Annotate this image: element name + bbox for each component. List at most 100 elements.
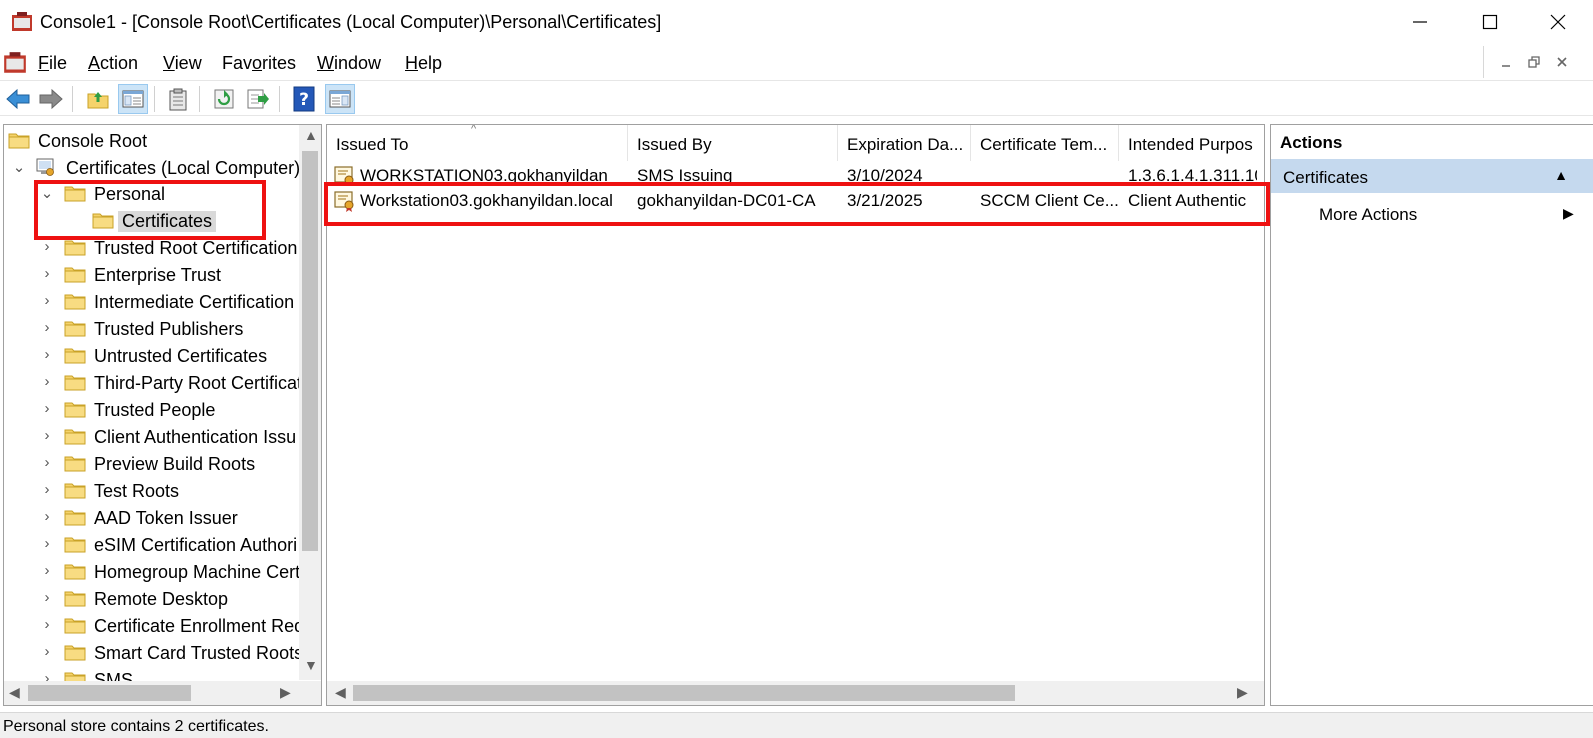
chevron-right-icon[interactable]: › bbox=[40, 508, 54, 526]
column-header-issued-by[interactable]: Issued By bbox=[628, 125, 838, 161]
svg-text:?: ? bbox=[299, 90, 309, 110]
maximize-button[interactable] bbox=[1455, 0, 1525, 44]
column-header-expiration-date[interactable]: Expiration Da... bbox=[838, 125, 971, 161]
scroll-right-icon[interactable]: ▶ bbox=[280, 684, 291, 701]
tree-horizontal-scrollbar[interactable]: ◀ ▶ bbox=[4, 681, 321, 705]
mmc-app-icon bbox=[12, 12, 32, 31]
more-actions-item[interactable]: More Actions bbox=[1319, 205, 1417, 225]
window-title: Console1 - [Console Root\Certificates (L… bbox=[40, 12, 662, 32]
tree-item-console-root[interactable]: Console Root bbox=[4, 127, 304, 154]
tree-item-store[interactable]: › Third-Party Root Certificat bbox=[4, 369, 304, 396]
folder-icon bbox=[64, 507, 86, 527]
folder-icon bbox=[64, 426, 86, 446]
tree-item-store[interactable]: › Enterprise Trust bbox=[4, 261, 304, 288]
actions-section-certificates[interactable]: Certificates ▲ bbox=[1271, 159, 1593, 193]
export-list-button[interactable] bbox=[243, 84, 273, 114]
tree-item-personal[interactable]: ⌄ Personal bbox=[4, 180, 304, 207]
tree-item-store[interactable]: › Test Roots bbox=[4, 477, 304, 504]
chevron-right-icon[interactable]: › bbox=[40, 265, 54, 283]
scroll-up-icon[interactable]: ▲ bbox=[304, 127, 318, 143]
menu-window[interactable]: Window bbox=[317, 53, 381, 74]
show-hide-action-pane-button[interactable] bbox=[325, 84, 355, 114]
actions-header: Actions bbox=[1271, 125, 1593, 159]
menu-favorites[interactable]: Favorites bbox=[222, 53, 296, 74]
column-header-certificate-template[interactable]: Certificate Tem... bbox=[971, 125, 1119, 161]
tree-item-store[interactable]: › Preview Build Roots bbox=[4, 450, 304, 477]
tree-item-store[interactable]: › eSIM Certification Authori bbox=[4, 531, 304, 558]
folder-icon bbox=[64, 588, 86, 608]
copy-button[interactable] bbox=[163, 84, 193, 114]
folder-icon bbox=[64, 480, 86, 500]
tree-item-store[interactable]: › Certificate Enrollment Req bbox=[4, 612, 304, 639]
menu-view[interactable]: View bbox=[163, 53, 202, 74]
tree-item-label: Client Authentication Issu bbox=[94, 427, 297, 447]
tree-item-store[interactable]: › Trusted People bbox=[4, 396, 304, 423]
back-button[interactable] bbox=[3, 84, 33, 114]
forward-button[interactable] bbox=[36, 84, 66, 114]
scroll-thumb[interactable] bbox=[28, 685, 191, 701]
chevron-right-icon[interactable]: › bbox=[40, 481, 54, 499]
chevron-right-icon[interactable]: › bbox=[40, 589, 54, 607]
tree-item-store[interactable]: › Homegroup Machine Cert bbox=[4, 558, 304, 585]
child-close-button[interactable] bbox=[1552, 52, 1572, 72]
tree-vertical-scrollbar[interactable]: ▲ ▼ bbox=[299, 125, 321, 680]
table-row[interactable]: Workstation03.gokhanyildan.local gokhany… bbox=[327, 187, 1257, 215]
list-horizontal-scrollbar[interactable]: ◀ ▶ bbox=[327, 681, 1264, 705]
folder-icon bbox=[64, 399, 86, 419]
chevron-right-icon[interactable]: › bbox=[40, 427, 54, 445]
chevron-down-icon[interactable]: ⌄ bbox=[12, 158, 26, 176]
console-tree-pane[interactable]: Console Root ⌄ Certificates (Local Compu… bbox=[3, 124, 322, 706]
refresh-button[interactable] bbox=[209, 84, 239, 114]
chevron-right-icon[interactable]: › bbox=[40, 400, 54, 418]
chevron-right-icon[interactable]: › bbox=[40, 373, 54, 391]
chevron-right-icon[interactable]: › bbox=[40, 616, 54, 634]
chevron-down-icon[interactable]: ⌄ bbox=[40, 184, 54, 202]
certificate-list-pane[interactable]: Issued To ^ Issued By Expiration Da... C… bbox=[326, 124, 1265, 706]
chevron-right-icon[interactable]: › bbox=[40, 454, 54, 472]
console-window-icon[interactable] bbox=[2, 50, 28, 76]
tree-item-store[interactable]: › Trusted Publishers bbox=[4, 315, 304, 342]
scroll-down-icon[interactable]: ▼ bbox=[304, 657, 318, 673]
menu-action[interactable]: Action bbox=[88, 53, 138, 74]
close-button[interactable] bbox=[1523, 0, 1593, 44]
menu-help[interactable]: Help bbox=[405, 53, 442, 74]
chevron-right-icon[interactable]: › bbox=[40, 292, 54, 310]
chevron-right-icon[interactable]: › bbox=[40, 319, 54, 337]
back-arrow-icon bbox=[6, 88, 30, 110]
tree-item-store[interactable]: › Intermediate Certification bbox=[4, 288, 304, 315]
tree-item-store[interactable]: › Untrusted Certificates bbox=[4, 342, 304, 369]
scroll-left-icon[interactable]: ◀ bbox=[9, 684, 20, 701]
tree-item-store[interactable]: › Client Authentication Issu bbox=[4, 423, 304, 450]
chevron-right-icon[interactable]: › bbox=[40, 643, 54, 661]
chevron-right-icon[interactable]: › bbox=[40, 535, 54, 553]
sort-ascending-icon: ^ bbox=[471, 125, 477, 135]
tree-item-label: Intermediate Certification bbox=[94, 292, 295, 312]
menu-file[interactable]: File bbox=[38, 53, 67, 74]
column-header-issued-to[interactable]: Issued To ^ bbox=[327, 125, 628, 161]
table-row[interactable]: WORKSTATION03.gokhanyildan SMS Issuing 3… bbox=[327, 162, 1257, 182]
chevron-right-icon[interactable]: › bbox=[40, 562, 54, 580]
column-header-intended-purposes[interactable]: Intended Purpos bbox=[1119, 125, 1264, 161]
help-button[interactable]: ? bbox=[289, 84, 319, 114]
certificate-icon bbox=[333, 164, 357, 182]
up-one-level-button[interactable] bbox=[83, 84, 113, 114]
folder-icon bbox=[64, 372, 86, 392]
toolbar-separator bbox=[199, 86, 200, 112]
collapse-up-icon[interactable]: ▲ bbox=[1554, 167, 1568, 183]
tree-item-certificates-local-computer[interactable]: ⌄ Certificates (Local Computer) bbox=[4, 154, 304, 181]
child-restore-button[interactable] bbox=[1524, 52, 1544, 72]
scroll-thumb[interactable] bbox=[353, 685, 1015, 701]
scroll-right-icon[interactable]: ▶ bbox=[1237, 684, 1248, 701]
scroll-left-icon[interactable]: ◀ bbox=[335, 684, 346, 701]
tree-item-store[interactable]: › AAD Token Issuer bbox=[4, 504, 304, 531]
tree-item-store[interactable]: › Remote Desktop bbox=[4, 585, 304, 612]
scroll-thumb[interactable] bbox=[302, 151, 318, 551]
tree-item-store[interactable]: › Smart Card Trusted Roots bbox=[4, 639, 304, 666]
chevron-right-icon[interactable]: › bbox=[40, 346, 54, 364]
minimize-button[interactable] bbox=[1385, 0, 1455, 44]
show-hide-console-tree-button[interactable] bbox=[118, 84, 148, 114]
child-minimize-button[interactable] bbox=[1496, 52, 1516, 72]
chevron-right-icon[interactable]: › bbox=[40, 238, 54, 256]
tree-item-store[interactable]: › Trusted Root Certification bbox=[4, 234, 304, 261]
tree-item-certificates[interactable]: Certificates bbox=[4, 207, 304, 234]
